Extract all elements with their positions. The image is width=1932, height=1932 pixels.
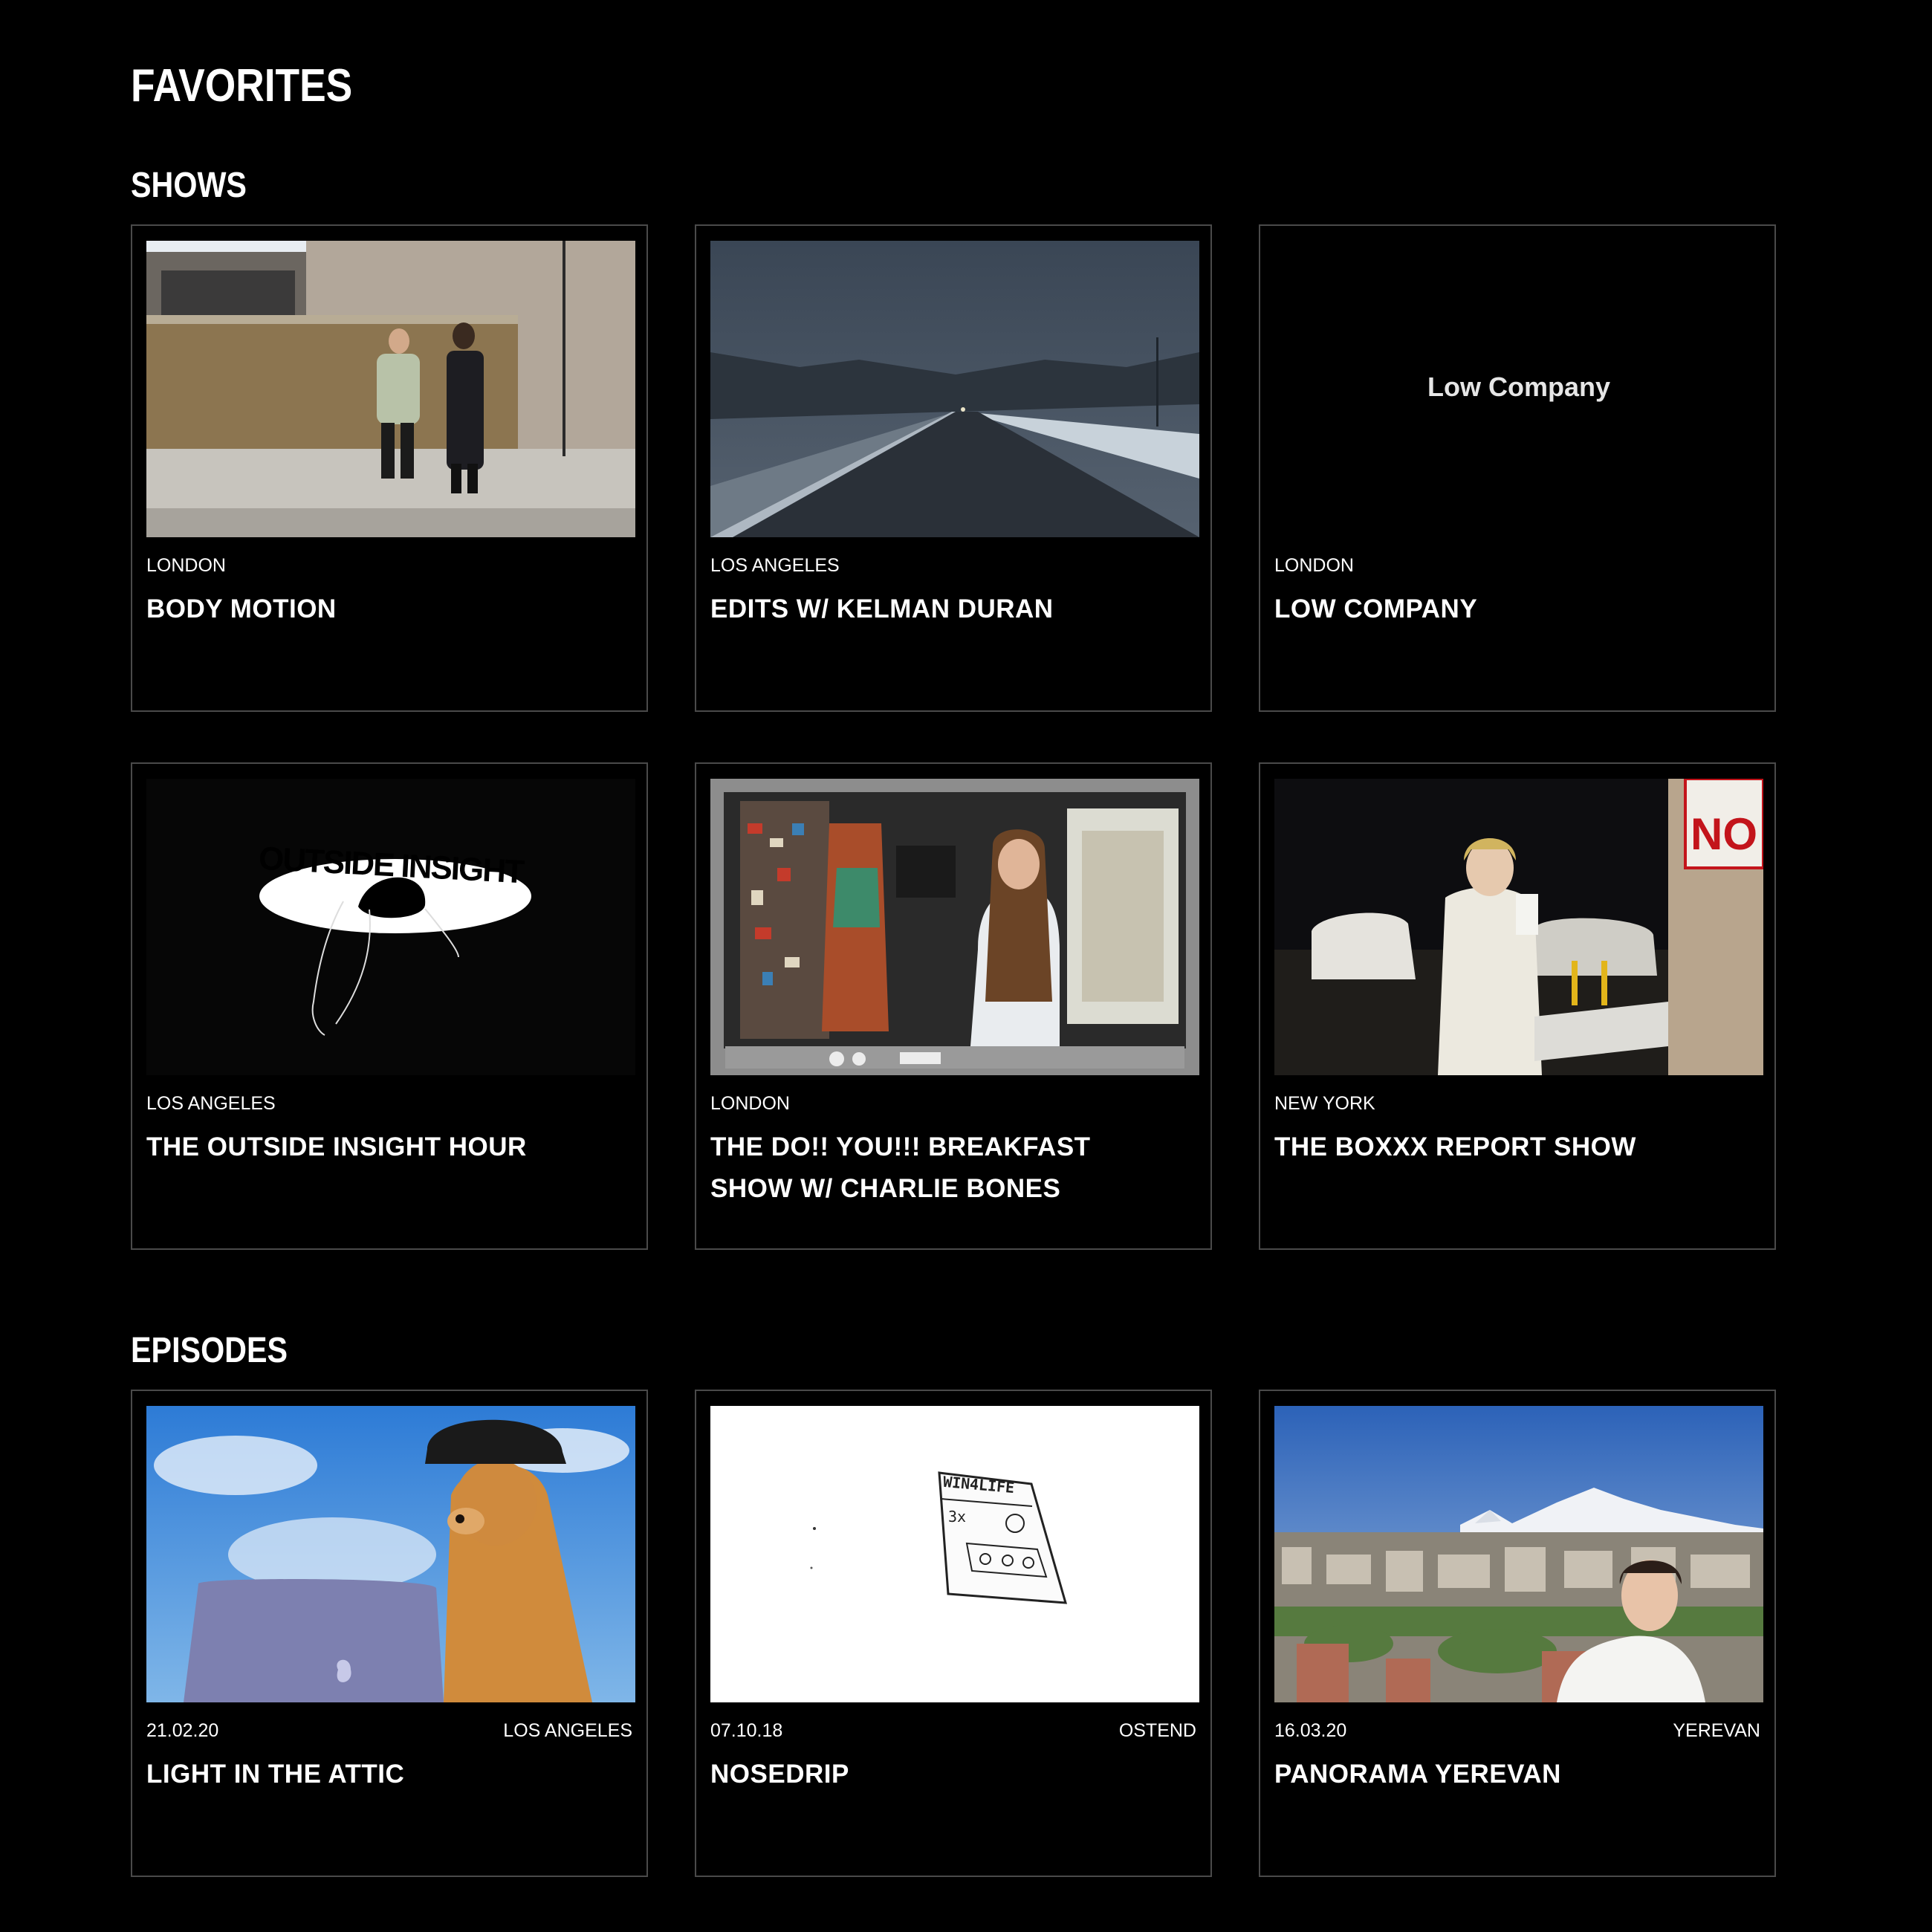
episode-card[interactable]: 3x WIN4LIFE 07.10.18 OSTEND NOSEDRIP (695, 1390, 1212, 1877)
show-card[interactable]: LOS ANGELES EDITS W/ KELMAN DURAN (695, 224, 1212, 712)
show-city: LOS ANGELES (146, 1093, 276, 1114)
show-card[interactable]: LONDON THE DO!! YOU!!! BREAKFAST SHOW W/… (695, 762, 1212, 1250)
show-title[interactable]: EDITS W/ KELMAN DURAN (710, 589, 1171, 630)
show-title[interactable]: THE DO!! YOU!!! BREAKFAST SHOW W/ CHARLI… (710, 1127, 1171, 1210)
show-city: LONDON (1274, 555, 1354, 576)
show-city: LONDON (146, 555, 226, 576)
show-card[interactable]: Low Company LONDON LOW COMPANY (1259, 224, 1776, 712)
favorites-page: FAVORITES SHOWS LONDON BODY MOTION LOS A… (0, 0, 1932, 1932)
svg-text:3x: 3x (948, 1508, 966, 1526)
show-thumbnail[interactable] (146, 241, 635, 537)
show-thumbnail[interactable]: Low Company (1274, 241, 1763, 537)
show-card[interactable]: LONDON BODY MOTION (131, 224, 648, 712)
episode-card[interactable]: 21.02.20 LOS ANGELES LIGHT IN THE ATTIC (131, 1390, 648, 1877)
episode-thumbnail[interactable] (1274, 1406, 1763, 1702)
show-thumbnail[interactable]: NO (1274, 779, 1763, 1075)
show-city: NEW YORK (1274, 1093, 1375, 1114)
show-thumbnail[interactable] (710, 779, 1199, 1075)
show-title[interactable]: LOW COMPANY (1274, 589, 1735, 630)
episode-thumbnail[interactable]: 3x WIN4LIFE (710, 1406, 1199, 1702)
show-title[interactable]: THE OUTSIDE INSIGHT HOUR (146, 1127, 607, 1168)
episode-title[interactable]: LIGHT IN THE ATTIC (146, 1754, 607, 1795)
episode-date: 21.02.20 (146, 1720, 219, 1741)
show-thumbnail[interactable]: OUTSIDE INSIGHT (146, 779, 635, 1075)
show-card[interactable]: OUTSIDE INSIGHT LOS ANGELES THE OUTSIDE … (131, 762, 648, 1250)
episode-title[interactable]: PANORAMA YEREVAN (1274, 1754, 1735, 1795)
episode-thumbnail[interactable] (146, 1406, 635, 1702)
episode-city: LOS ANGELES (503, 1720, 632, 1741)
episode-title[interactable]: NOSEDRIP (710, 1754, 1171, 1795)
episode-city: YEREVAN (1673, 1720, 1760, 1741)
show-title[interactable]: THE BOXXX REPORT SHOW (1274, 1127, 1735, 1168)
no-loitering-sign-text: NO (1690, 809, 1757, 859)
episodes-heading: EPISODES (131, 1331, 288, 1370)
show-card[interactable]: NO NEW YORK THE BOXXX REPORT SHOW (1259, 762, 1776, 1250)
episode-city: OSTEND (1118, 1720, 1196, 1741)
episode-card[interactable]: 16.03.20 YEREVAN PANORAMA YEREVAN (1259, 1390, 1776, 1877)
shows-heading: SHOWS (131, 166, 247, 205)
show-title[interactable]: BODY MOTION (146, 589, 607, 630)
show-thumbnail[interactable] (710, 241, 1199, 537)
show-city: LONDON (710, 1093, 790, 1114)
episode-date: 16.03.20 (1274, 1720, 1347, 1741)
show-city: LOS ANGELES (710, 555, 840, 576)
episode-date: 07.10.18 (710, 1720, 783, 1741)
low-company-logo-text: Low Company (1427, 372, 1610, 402)
page-title: FAVORITES (131, 60, 353, 111)
